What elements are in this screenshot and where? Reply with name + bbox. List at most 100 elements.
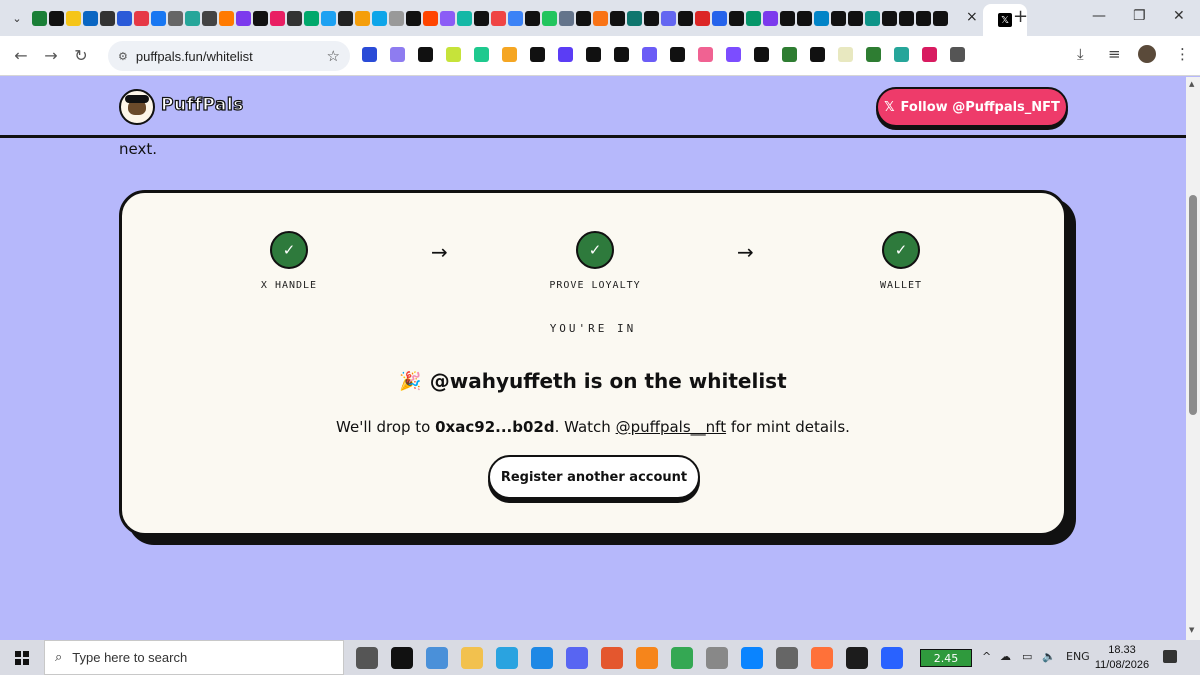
- extension-icon[interactable]: [362, 47, 377, 62]
- pinned-tab-favicon[interactable]: [117, 10, 132, 26]
- pinned-tab-favicon[interactable]: [712, 10, 727, 26]
- page-scrollbar[interactable]: ▲ ▼: [1186, 77, 1200, 640]
- extension-icon[interactable]: [950, 47, 965, 62]
- pinned-tab-favicon[interactable]: [865, 10, 880, 26]
- media-icon[interactable]: ≡: [1108, 45, 1121, 63]
- taskbar-app-icon[interactable]: [881, 647, 903, 669]
- scroll-down-icon[interactable]: ▼: [1189, 626, 1194, 634]
- extension-icon[interactable]: [894, 47, 909, 62]
- pinned-tab-favicon[interactable]: [457, 10, 472, 26]
- site-logo-text[interactable]: PuffPals: [160, 94, 243, 115]
- pinned-tab-favicon[interactable]: [423, 10, 438, 26]
- pinned-tab-favicon[interactable]: [644, 10, 659, 26]
- pinned-tab-favicon[interactable]: [848, 10, 863, 26]
- taskbar-app-icon[interactable]: [531, 647, 553, 669]
- pinned-tab-favicon[interactable]: [814, 10, 829, 26]
- minimize-button[interactable]: —: [1092, 8, 1106, 24]
- puffpals-handle-link[interactable]: @puffpals__nft: [616, 418, 726, 436]
- pinned-tab-favicon[interactable]: [372, 10, 387, 26]
- pinned-tab-favicon[interactable]: [338, 10, 353, 26]
- pinned-tab-favicon[interactable]: [474, 10, 489, 26]
- pinned-tab-favicon[interactable]: [66, 10, 81, 26]
- new-tab-button[interactable]: +: [1013, 6, 1028, 27]
- restore-button[interactable]: ❐: [1133, 8, 1146, 24]
- extension-icon[interactable]: [502, 47, 517, 62]
- pinned-tab-favicon[interactable]: [287, 10, 302, 26]
- reload-button[interactable]: ↻: [66, 46, 96, 65]
- taskbar-app-icon[interactable]: [846, 647, 868, 669]
- extension-icon[interactable]: [642, 47, 657, 62]
- pinned-tab-favicon[interactable]: [542, 10, 557, 26]
- pinned-tab-favicon[interactable]: [916, 10, 931, 26]
- pinned-tab-favicon[interactable]: [610, 10, 625, 26]
- url-text[interactable]: puffpals.fun/whitelist: [136, 49, 253, 64]
- extension-icon[interactable]: [922, 47, 937, 62]
- extension-icon[interactable]: [586, 47, 601, 62]
- pinned-tab-favicon[interactable]: [219, 10, 234, 26]
- pinned-tab-favicon[interactable]: [780, 10, 795, 26]
- taskbar-app-icon[interactable]: [391, 647, 413, 669]
- pinned-tab-favicon[interactable]: [831, 10, 846, 26]
- taskbar-app-icon[interactable]: [706, 647, 728, 669]
- pinned-tab-favicon[interactable]: [151, 10, 166, 26]
- pinned-tab-favicon[interactable]: [185, 10, 200, 26]
- extension-icon[interactable]: [810, 47, 825, 62]
- taskbar-app-icon[interactable]: [601, 647, 623, 669]
- tab-search-icon[interactable]: ⌄: [8, 9, 26, 27]
- pinned-tab-favicon[interactable]: [678, 10, 693, 26]
- extension-icon[interactable]: [390, 47, 405, 62]
- extension-icon[interactable]: [838, 47, 853, 62]
- extension-icon[interactable]: [698, 47, 713, 62]
- notification-icon[interactable]: [1163, 650, 1177, 663]
- extension-icon[interactable]: [614, 47, 629, 62]
- pinned-tab-favicon[interactable]: [593, 10, 608, 26]
- pinned-tab-favicon[interactable]: [525, 10, 540, 26]
- scroll-thumb[interactable]: [1189, 195, 1197, 415]
- taskbar-app-icon[interactable]: [461, 647, 483, 669]
- pinned-tab-favicon[interactable]: [134, 10, 149, 26]
- pinned-tab-favicon[interactable]: [236, 10, 251, 26]
- taskbar-app-icon[interactable]: [566, 647, 588, 669]
- extension-icon[interactable]: [866, 47, 881, 62]
- profile-avatar[interactable]: [1138, 45, 1156, 63]
- network-icon[interactable]: ▭: [1022, 650, 1032, 663]
- taskbar-app-icon[interactable]: [496, 647, 518, 669]
- pinned-tab-favicon[interactable]: [695, 10, 710, 26]
- taskbar-app-icon[interactable]: [776, 647, 798, 669]
- pinned-tab-favicon[interactable]: [406, 10, 421, 26]
- pinned-tab-favicon[interactable]: [304, 10, 319, 26]
- pinned-tab-favicon[interactable]: [627, 10, 642, 26]
- register-another-button[interactable]: Register another account: [488, 455, 700, 499]
- battery-widget[interactable]: 2.45: [920, 649, 972, 667]
- pinned-tab-favicon[interactable]: [508, 10, 523, 26]
- forward-button[interactable]: →: [36, 46, 66, 65]
- extension-icon[interactable]: [474, 47, 489, 62]
- tray-chevron-icon[interactable]: ^: [982, 650, 991, 663]
- cloud-icon[interactable]: ☁: [1000, 650, 1011, 663]
- pinned-tab-favicon[interactable]: [491, 10, 506, 26]
- address-bar[interactable]: ⚙ puffpals.fun/whitelist ☆: [108, 41, 350, 71]
- pinned-tab-favicon[interactable]: [83, 10, 98, 26]
- pinned-tab-favicon[interactable]: [559, 10, 574, 26]
- taskbar-app-icon[interactable]: [671, 647, 693, 669]
- pinned-tab-favicon[interactable]: [49, 10, 64, 26]
- pinned-tab-favicon[interactable]: [576, 10, 591, 26]
- taskbar-app-icon[interactable]: [636, 647, 658, 669]
- volume-icon[interactable]: 🔈: [1042, 650, 1056, 663]
- taskbar-app-icon[interactable]: [356, 647, 378, 669]
- extension-icon[interactable]: [782, 47, 797, 62]
- back-button[interactable]: ←: [6, 46, 36, 65]
- puffpals-logo-icon[interactable]: [119, 89, 155, 125]
- pinned-tab-favicon[interactable]: [202, 10, 217, 26]
- extension-icon[interactable]: [446, 47, 461, 62]
- taskbar-app-icon[interactable]: [811, 647, 833, 669]
- pinned-tab-favicon[interactable]: [389, 10, 404, 26]
- pinned-tab-favicon[interactable]: [253, 10, 268, 26]
- pinned-tab-favicon[interactable]: [661, 10, 676, 26]
- taskbar-app-icon[interactable]: [426, 647, 448, 669]
- pinned-tab-favicon[interactable]: [355, 10, 370, 26]
- pinned-tab-favicon[interactable]: [270, 10, 285, 26]
- download-icon[interactable]: ⤓: [1077, 45, 1084, 63]
- extension-icon[interactable]: [530, 47, 545, 62]
- pinned-tab-favicon[interactable]: [882, 10, 897, 26]
